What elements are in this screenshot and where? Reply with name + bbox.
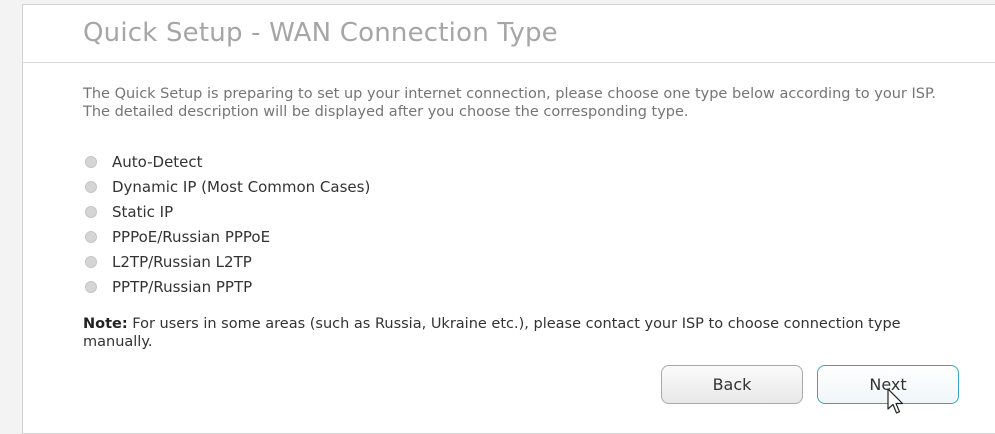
option-dynamic-ip[interactable]: Dynamic IP (Most Common Cases): [85, 174, 370, 199]
dynamic-ip-radio[interactable]: [85, 180, 97, 193]
option-label: Static IP: [112, 202, 174, 221]
static-ip-radio[interactable]: [85, 205, 97, 218]
intro-text: The Quick Setup is preparing to set up y…: [83, 86, 937, 120]
option-label: L2TP/Russian L2TP: [112, 252, 252, 271]
option-static-ip[interactable]: Static IP: [85, 199, 370, 224]
connection-type-list: Auto-Detect Dynamic IP (Most Common Case…: [85, 149, 370, 299]
option-label: Auto-Detect: [112, 152, 203, 171]
option-label: PPPoE/Russian PPPoE: [112, 227, 271, 246]
option-pppoe[interactable]: PPPoE/Russian PPPoE: [85, 224, 370, 249]
panel-header: Quick Setup - WAN Connection Type: [23, 5, 995, 63]
mouse-pointer-icon: [887, 388, 904, 414]
auto-detect-radio[interactable]: [85, 155, 97, 168]
option-label: Dynamic IP (Most Common Cases): [112, 177, 371, 196]
option-label: PPTP/Russian PPTP: [112, 277, 253, 296]
pppoe-radio[interactable]: [85, 230, 97, 243]
back-button[interactable]: Back: [661, 365, 803, 404]
pptp-radio[interactable]: [85, 280, 97, 293]
note-text: Note: For users in some areas (such as R…: [83, 315, 933, 351]
page-title: Quick Setup - WAN Connection Type: [83, 18, 558, 48]
l2tp-radio[interactable]: [85, 255, 97, 268]
note-label: Note:: [83, 316, 128, 332]
option-l2tp[interactable]: L2TP/Russian L2TP: [85, 249, 370, 274]
note-body: For users in some areas (such as Russia,…: [83, 316, 901, 350]
quick-setup-panel: Quick Setup - WAN Connection Type The Qu…: [22, 4, 995, 434]
option-auto-detect[interactable]: Auto-Detect: [85, 149, 370, 174]
option-pptp[interactable]: PPTP/Russian PPTP: [85, 274, 370, 299]
